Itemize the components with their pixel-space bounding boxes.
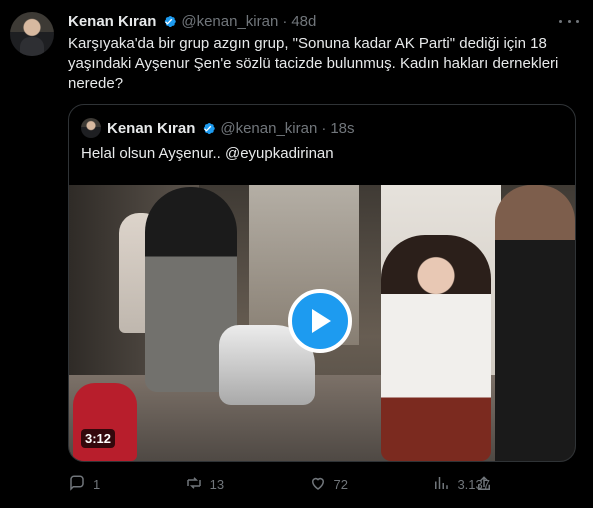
reply-count: 1 bbox=[93, 476, 101, 492]
like-icon bbox=[309, 474, 327, 495]
video-man bbox=[495, 185, 575, 461]
video-player[interactable]: 3:12 bbox=[69, 185, 575, 461]
quoted-author-avatar[interactable] bbox=[81, 118, 101, 138]
reply-button[interactable]: 1 bbox=[68, 472, 100, 496]
video-red-object bbox=[73, 383, 137, 461]
tweet-header: Kenan Kıran @kenan_kiran · 48d bbox=[68, 11, 553, 31]
author-handle[interactable]: @kenan_kiran bbox=[181, 13, 278, 30]
share-icon[interactable] bbox=[475, 475, 493, 493]
quoted-tweet-card[interactable]: Kenan Kıran @kenan_kiran · 18s Helal ols… bbox=[68, 104, 576, 462]
like-button[interactable]: 72 bbox=[309, 472, 348, 496]
retweet-button[interactable]: 13 bbox=[185, 472, 224, 496]
quoted-author-handle[interactable]: @kenan_kiran bbox=[220, 120, 317, 137]
more-options-icon[interactable] bbox=[559, 13, 579, 29]
verified-check-icon bbox=[160, 13, 177, 30]
views-icon bbox=[432, 474, 450, 495]
video-duration: 3:12 bbox=[81, 429, 116, 448]
verified-check-icon bbox=[199, 120, 216, 137]
quoted-author-name[interactable]: Kenan Kıran bbox=[107, 120, 195, 137]
play-icon[interactable] bbox=[288, 289, 352, 353]
quoted-tweet-text: Helal olsun Ayşenur.. @eyupkadirinan bbox=[81, 145, 334, 162]
retweet-icon bbox=[185, 474, 203, 495]
tweet-actions: 1 13 72 3.137 bbox=[68, 472, 490, 496]
quoted-separator-dot: · bbox=[321, 119, 327, 137]
tweet-time[interactable]: 48d bbox=[291, 13, 316, 30]
tweet-text: Karşıyaka'da bir grup azgın grup, "Sonun… bbox=[68, 35, 559, 92]
video-woman bbox=[381, 235, 491, 461]
quoted-tweet-time[interactable]: 18s bbox=[330, 120, 354, 137]
quoted-tweet-header: Kenan Kıran @kenan_kiran · 18s bbox=[81, 118, 355, 138]
separator-dot: · bbox=[282, 12, 288, 30]
retweet-count: 13 bbox=[209, 476, 225, 492]
author-name[interactable]: Kenan Kıran bbox=[68, 13, 156, 30]
like-count: 72 bbox=[333, 476, 349, 492]
author-avatar[interactable] bbox=[10, 12, 54, 56]
reply-icon bbox=[68, 474, 86, 495]
